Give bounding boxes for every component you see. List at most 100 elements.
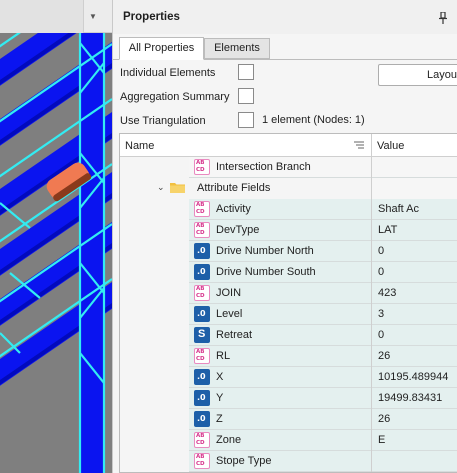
folder-icon xyxy=(170,183,185,193)
row-indent xyxy=(120,367,189,388)
property-value-cell[interactable] xyxy=(371,451,457,472)
property-name: Activity xyxy=(216,203,251,215)
layout-button[interactable]: Layout xyxy=(378,64,457,86)
text-type-icon: AB CD xyxy=(194,432,210,448)
options-area: Individual Elements Aggregation Summary … xyxy=(113,59,457,133)
row-name-cell: AB CD Zone xyxy=(189,430,371,451)
property-row[interactable]: .0 X 10195.489944 xyxy=(120,367,457,388)
property-value-cell[interactable]: LAT xyxy=(371,220,457,241)
row-name-cell: .0 Drive Number South xyxy=(189,262,371,283)
row-indent xyxy=(120,325,189,346)
property-value: 10195.489944 xyxy=(378,371,449,383)
use-triangulation-checkbox[interactable] xyxy=(238,112,254,128)
property-row[interactable]: .0 Drive Number South 0 xyxy=(120,262,457,283)
number-type-icon: .0 xyxy=(194,369,210,385)
row-name-cell: AB CD DevType xyxy=(189,220,371,241)
property-name: RL xyxy=(216,350,231,362)
property-row[interactable]: .0 Z 26 xyxy=(120,409,457,430)
property-value: 26 xyxy=(378,350,391,362)
property-row[interactable]: AB CD JOIN 423 xyxy=(120,283,457,304)
property-name: Retreat xyxy=(216,329,253,341)
row-indent xyxy=(120,388,189,409)
property-value: 0 xyxy=(378,329,385,341)
property-name: Z xyxy=(216,413,223,425)
property-value-cell[interactable]: 0 xyxy=(371,262,457,283)
property-row[interactable]: AB CD Activity Shaft Ac xyxy=(120,199,457,220)
property-value-cell[interactable] xyxy=(371,157,457,178)
property-row[interactable]: S Retreat 0 xyxy=(120,325,457,346)
property-grid: Name Value AB CD Intersection Branch ⌄ A… xyxy=(119,133,457,473)
use-triangulation-label: Use Triangulation xyxy=(120,115,206,127)
row-indent xyxy=(120,451,189,472)
aggregation-summary-checkbox[interactable] xyxy=(238,88,254,104)
property-row[interactable]: AB CD RL 26 xyxy=(120,346,457,367)
viewport-tab-bar: ▼ xyxy=(0,0,112,33)
row-name-cell: AB CD JOIN xyxy=(189,283,371,304)
property-value-cell[interactable]: 19499.83431 xyxy=(371,388,457,409)
individual-elements-checkbox[interactable] xyxy=(238,64,254,80)
row-name-cell: AB CD Stope Type xyxy=(189,451,371,472)
property-value-cell[interactable]: 423 xyxy=(371,283,457,304)
pin-icon[interactable] xyxy=(438,12,448,24)
viewport-tab[interactable] xyxy=(0,0,84,33)
property-row[interactable]: .0 Y 19499.83431 xyxy=(120,388,457,409)
property-value-cell[interactable]: 3 xyxy=(371,304,457,325)
property-name: Y xyxy=(216,392,224,404)
row-name-cell: S Retreat xyxy=(189,325,371,346)
row-name-cell: .0 Drive Number North xyxy=(189,241,371,262)
row-indent xyxy=(120,241,189,262)
property-name: DevType xyxy=(216,224,260,236)
number-type-icon: .0 xyxy=(194,390,210,406)
property-value-cell[interactable]: 10195.489944 xyxy=(371,367,457,388)
property-name: Drive Number North xyxy=(216,245,314,257)
property-value: 19499.83431 xyxy=(378,392,443,404)
property-row[interactable]: .0 Drive Number North 0 xyxy=(120,241,457,262)
row-indent xyxy=(120,304,189,325)
mine-model-scene[interactable] xyxy=(0,33,112,473)
column-separator[interactable] xyxy=(371,134,372,157)
panel-header: Properties xyxy=(113,0,457,34)
value-column-header[interactable]: Value xyxy=(377,140,404,152)
sort-icon[interactable] xyxy=(354,141,364,150)
individual-elements-label: Individual Elements xyxy=(120,67,216,79)
property-name: Zone xyxy=(216,434,242,446)
row-name-cell: .0 Z xyxy=(189,409,371,430)
text-type-icon: AB CD xyxy=(194,285,210,301)
property-value-cell[interactable]: 26 xyxy=(371,409,457,430)
tab-all-properties[interactable]: All Properties xyxy=(119,37,204,60)
row-indent xyxy=(120,220,189,241)
row-indent xyxy=(120,430,189,451)
property-value: Shaft Ac xyxy=(378,203,419,215)
panel-title: Properties xyxy=(123,11,180,23)
row-indent xyxy=(120,157,189,178)
property-value: 423 xyxy=(378,287,397,299)
property-value-cell[interactable]: 0 xyxy=(371,325,457,346)
tab-dropdown-icon[interactable]: ▼ xyxy=(86,10,100,24)
property-name: Drive Number South xyxy=(216,266,316,278)
property-row-intersection-branch[interactable]: AB CD Intersection Branch xyxy=(120,157,457,178)
property-row[interactable]: AB CD Zone E xyxy=(120,430,457,451)
attribute-fields-group[interactable]: ⌄ Attribute Fields xyxy=(120,178,457,199)
chevron-down-icon[interactable]: ⌄ xyxy=(157,182,165,193)
property-value: 26 xyxy=(378,413,391,425)
property-value-cell[interactable]: Shaft Ac xyxy=(371,199,457,220)
row-name-cell: AB CD RL xyxy=(189,346,371,367)
property-value-cell[interactable]: 0 xyxy=(371,241,457,262)
row-indent xyxy=(120,199,189,220)
text-type-icon: AB CD xyxy=(194,159,210,175)
tab-elements[interactable]: Elements xyxy=(204,38,270,59)
row-name-cell: .0 Level xyxy=(189,304,371,325)
property-row[interactable]: AB CD Stope Type xyxy=(120,451,457,472)
property-value: 3 xyxy=(378,308,385,320)
name-column-header[interactable]: Name xyxy=(125,140,154,152)
property-name: Level xyxy=(216,308,243,320)
property-value-cell[interactable]: E xyxy=(371,430,457,451)
grid-header: Name Value xyxy=(120,134,457,157)
3d-viewport[interactable]: ▼ xyxy=(0,0,112,473)
property-row[interactable]: AB CD DevType LAT xyxy=(120,220,457,241)
property-row[interactable]: .0 Level 3 xyxy=(120,304,457,325)
short-type-icon: S xyxy=(194,327,210,343)
number-type-icon: .0 xyxy=(194,306,210,322)
row-name-cell: .0 X xyxy=(189,367,371,388)
property-value-cell[interactable]: 26 xyxy=(371,346,457,367)
